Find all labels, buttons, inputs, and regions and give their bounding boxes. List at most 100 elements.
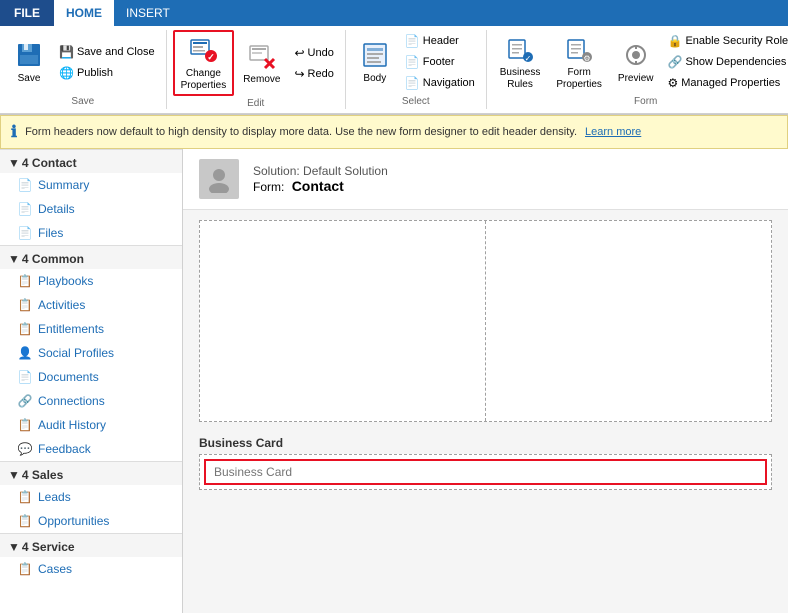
sidebar-item-summary[interactable]: 📄 Summary — [0, 173, 182, 197]
save-close-button[interactable]: 💾 Save and Close — [54, 42, 160, 62]
managed-properties-label: Managed Properties — [681, 77, 780, 89]
form-section-inner — [200, 221, 771, 421]
navigation-icon: 📄 — [405, 76, 420, 90]
sidebar-item-entitlements[interactable]: 📋 Entitlements — [0, 317, 182, 341]
sidebar-item-opportunities[interactable]: 📋 Opportunities — [0, 509, 182, 533]
svg-text:⚙: ⚙ — [584, 54, 591, 63]
sidebar-section-contact: ▼ 4 Contact — [0, 149, 182, 173]
form-group-items: ✓ BusinessRules ⚙ FormProperties Preview — [493, 30, 788, 94]
service-header-label: 4 Service — [22, 540, 75, 554]
sidebar-item-details[interactable]: 📄 Details — [0, 197, 182, 221]
learn-more-link[interactable]: Learn more — [585, 126, 641, 138]
sales-triangle: ▼ — [8, 468, 20, 482]
main-area: ▼ 4 Contact 📄 Summary 📄 Details 📄 Files … — [0, 149, 788, 613]
security-icon: 🔒 — [667, 34, 682, 48]
change-properties-label: ChangeProperties — [181, 68, 227, 92]
tab-home[interactable]: HOME — [54, 0, 114, 26]
connections-icon: 🔗 — [17, 393, 33, 409]
leads-label: Leads — [38, 490, 71, 504]
save-stack: 💾 Save and Close 🌐 Publish — [54, 42, 160, 83]
change-properties-icon: ✓ — [187, 34, 219, 66]
cases-icon: 📋 — [17, 561, 33, 577]
header-label: Header — [423, 35, 459, 47]
ribbon-group-select: Body 📄 Header 📄 Footer 📄 Navigation — [346, 30, 487, 109]
sidebar-item-playbooks[interactable]: 📋 Playbooks — [0, 269, 182, 293]
footer-button[interactable]: 📄 Footer — [400, 52, 480, 72]
ribbon-group-edit: ✓ ChangeProperties Remove ↩ Undo — [167, 30, 346, 109]
business-rules-icon: ✓ — [504, 33, 536, 65]
undo-button[interactable]: ↩ Undo — [289, 43, 338, 63]
ribbon-tab-bar: FILE HOME INSERT — [0, 0, 788, 26]
body-label: Body — [363, 73, 386, 85]
tab-insert[interactable]: INSERT — [114, 0, 182, 26]
audit-history-label: Audit History — [38, 418, 106, 432]
remove-button[interactable]: Remove — [236, 37, 287, 89]
form-column-left — [200, 221, 486, 421]
business-card-section — [199, 454, 772, 490]
documents-label: Documents — [38, 370, 99, 384]
sidebar-item-files[interactable]: 📄 Files — [0, 221, 182, 245]
business-rules-button[interactable]: ✓ BusinessRules — [493, 30, 548, 94]
publish-icon: 🌐 — [59, 66, 74, 80]
playbooks-label: Playbooks — [38, 274, 93, 288]
opportunities-label: Opportunities — [38, 514, 109, 528]
redo-icon: ↪ — [294, 67, 304, 81]
navigation-label: Navigation — [423, 77, 475, 89]
dependencies-icon: 🔗 — [667, 55, 682, 69]
managed-properties-button[interactable]: ⚙ Managed Properties — [662, 73, 788, 93]
audit-history-icon: 📋 — [17, 417, 33, 433]
contact-header-label: 4 Contact — [22, 156, 77, 170]
header-button[interactable]: 📄 Header — [400, 31, 480, 51]
solution-label: Solution: Default Solution — [253, 164, 388, 178]
save-button[interactable]: Save — [6, 36, 52, 88]
details-icon: 📄 — [17, 201, 33, 217]
save-close-icon: 💾 — [59, 45, 74, 59]
change-properties-button[interactable]: ✓ ChangeProperties — [173, 30, 235, 96]
sidebar-item-feedback[interactable]: 💬 Feedback — [0, 437, 182, 461]
save-group-items: Save 💾 Save and Close 🌐 Publish — [6, 30, 160, 94]
business-card-input[interactable] — [204, 459, 767, 485]
info-message: Form headers now default to high density… — [25, 126, 577, 138]
sidebar-item-audit-history[interactable]: 📋 Audit History — [0, 413, 182, 437]
svg-text:✓: ✓ — [208, 52, 216, 62]
managed-icon: ⚙ — [667, 76, 678, 90]
files-label: Files — [38, 226, 63, 240]
sidebar-item-documents[interactable]: 📄 Documents — [0, 365, 182, 389]
sidebar-item-activities[interactable]: 📋 Activities — [0, 293, 182, 317]
save-close-label: Save and Close — [77, 46, 155, 58]
sidebar: ▼ 4 Contact 📄 Summary 📄 Details 📄 Files … — [0, 149, 183, 613]
ribbon: FILE HOME INSERT Save 💾 Save and Close — [0, 0, 788, 115]
svg-text:✓: ✓ — [525, 54, 532, 63]
sidebar-item-leads[interactable]: 📋 Leads — [0, 485, 182, 509]
redo-button[interactable]: ↪ Redo — [289, 64, 338, 84]
form-properties-label: FormProperties — [556, 67, 602, 91]
entitlements-label: Entitlements — [38, 322, 104, 336]
contact-avatar — [199, 159, 239, 199]
tab-file[interactable]: FILE — [0, 0, 54, 26]
publish-button[interactable]: 🌐 Publish — [54, 63, 160, 83]
save-icon — [13, 39, 45, 71]
body-button[interactable]: Body — [352, 36, 398, 88]
form-properties-icon: ⚙ — [563, 33, 595, 65]
sales-header-label: 4 Sales — [22, 468, 63, 482]
form-body: Business Card — [183, 210, 788, 500]
show-dependencies-label: Show Dependencies — [685, 56, 786, 68]
sidebar-item-social-profiles[interactable]: 👤 Social Profiles — [0, 341, 182, 365]
sidebar-item-connections[interactable]: 🔗 Connections — [0, 389, 182, 413]
enable-security-label: Enable Security Roles — [685, 35, 788, 47]
business-rules-label: BusinessRules — [500, 67, 541, 91]
preview-button[interactable]: Preview — [611, 36, 661, 88]
undo-redo-stack: ↩ Undo ↪ Redo — [289, 43, 338, 84]
sidebar-item-cases[interactable]: 📋 Cases — [0, 557, 182, 581]
sidebar-section-service: ▼ 4 Service — [0, 533, 182, 557]
form-area: Solution: Default Solution Form: Contact… — [183, 149, 788, 613]
cases-label: Cases — [38, 562, 72, 576]
social-profiles-icon: 👤 — [17, 345, 33, 361]
social-profiles-label: Social Profiles — [38, 346, 114, 360]
redo-label: Redo — [308, 68, 334, 80]
navigation-button[interactable]: 📄 Navigation — [400, 73, 480, 93]
save-label: Save — [18, 73, 41, 85]
form-properties-button[interactable]: ⚙ FormProperties — [549, 30, 609, 94]
enable-security-button[interactable]: 🔒 Enable Security Roles — [662, 31, 788, 51]
show-dependencies-button[interactable]: 🔗 Show Dependencies — [662, 52, 788, 72]
